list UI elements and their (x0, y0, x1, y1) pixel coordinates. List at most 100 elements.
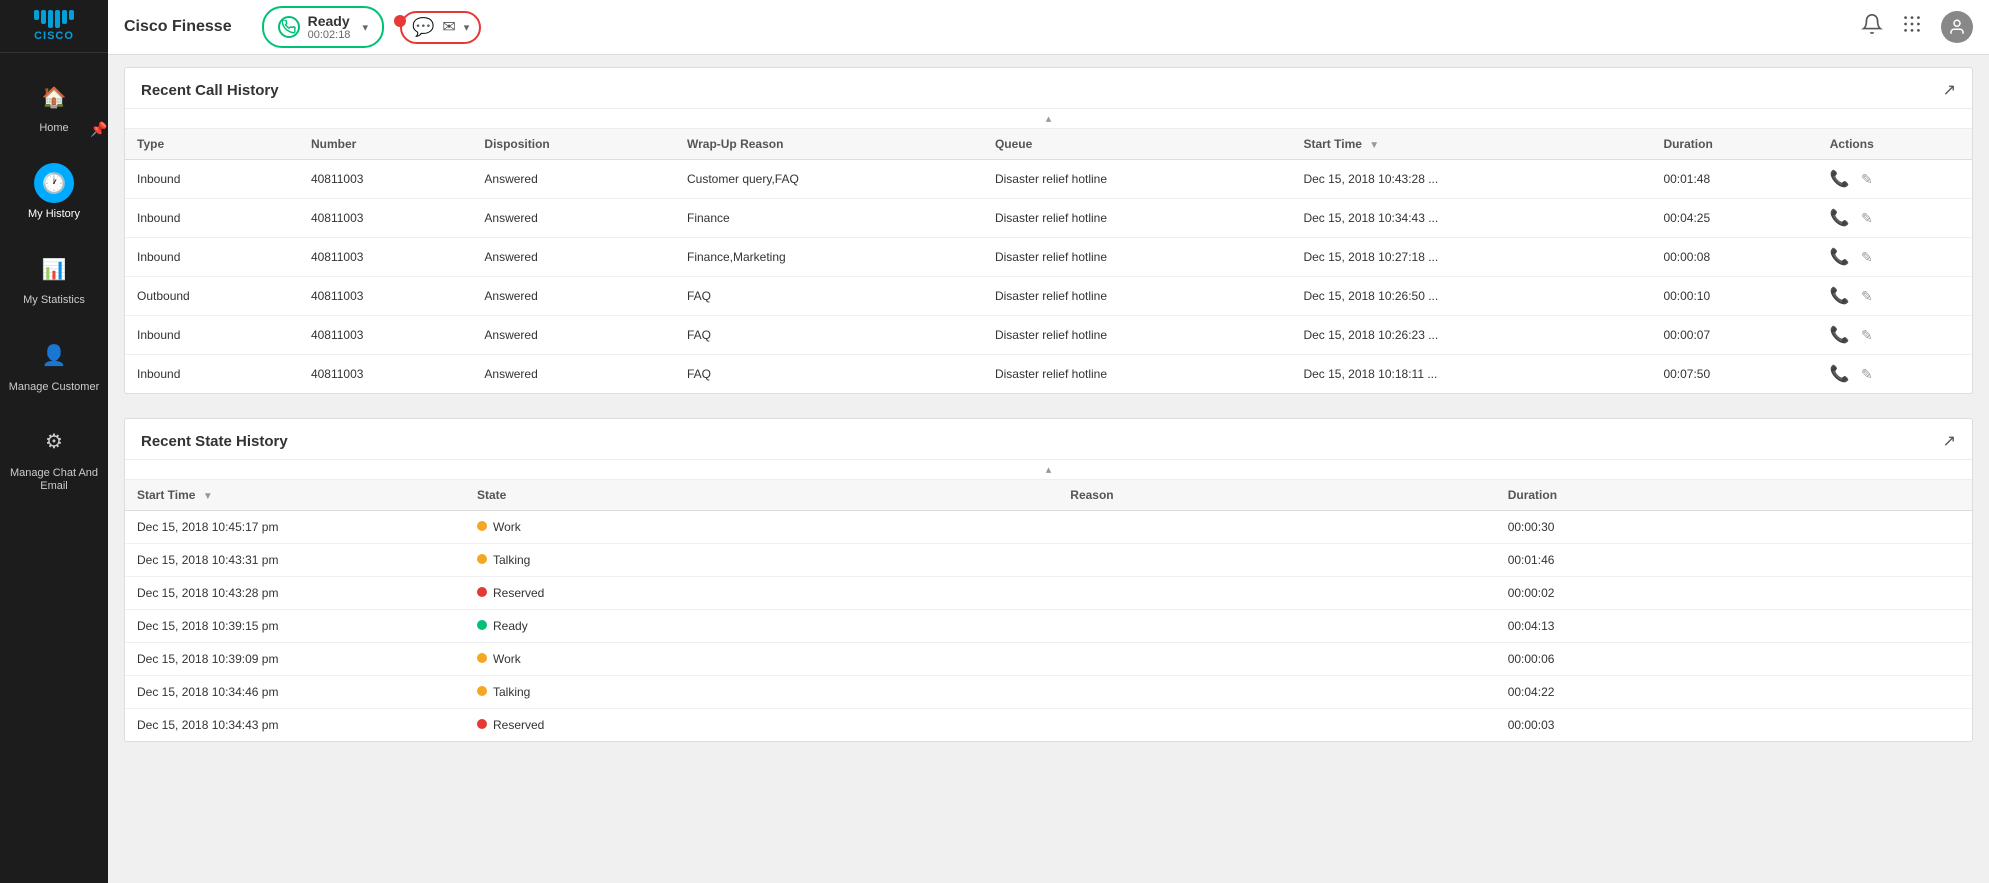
state-dot-icon (477, 521, 487, 531)
cell-queue: Disaster relief hotline (983, 199, 1292, 238)
cell-number: 40811003 (299, 238, 472, 277)
user-avatar[interactable] (1941, 11, 1973, 43)
cell-reason (1058, 643, 1495, 676)
cell-starttime: Dec 15, 2018 10:34:43 pm (125, 709, 465, 742)
cell-state: Work (465, 643, 1058, 676)
state-dot-icon (477, 620, 487, 630)
sidebar-item-label: My Statistics (23, 294, 85, 307)
statistics-icon: 📊 (34, 249, 74, 289)
col-starttime-state[interactable]: Start Time ▼ (125, 480, 465, 511)
call-history-collapse[interactable]: ▴ (125, 109, 1972, 129)
state-history-scroll[interactable]: Start Time ▼ State Reason Duration Dec 1… (125, 480, 1972, 741)
notification-icon[interactable] (1861, 13, 1883, 41)
table-row: Outbound 40811003 Answered FAQ Disaster … (125, 277, 1972, 316)
cell-duration: 00:00:08 (1651, 238, 1817, 277)
cell-type: Inbound (125, 160, 299, 199)
col-duration: Duration (1651, 129, 1817, 160)
state-history-title: Recent State History (141, 433, 288, 450)
logo-bar (48, 10, 53, 28)
table-row: Dec 15, 2018 10:43:31 pm Talking 00:01:4… (125, 544, 1972, 577)
cell-queue: Disaster relief hotline (983, 160, 1292, 199)
call-action-icon[interactable]: 📞 (1830, 249, 1850, 266)
cell-number: 40811003 (299, 160, 472, 199)
state-history-table: Start Time ▼ State Reason Duration Dec 1… (125, 480, 1972, 741)
edit-action-icon[interactable]: ✎ (1861, 366, 1873, 382)
cell-duration: 00:00:07 (1651, 316, 1817, 355)
cell-disposition: Answered (472, 316, 675, 355)
edit-action-icon[interactable]: ✎ (1861, 288, 1873, 304)
sidebar-item-label: My History (28, 208, 80, 221)
call-action-icon[interactable]: 📞 (1830, 288, 1850, 305)
sidebar-item-label: Manage Chat And Email (4, 467, 104, 493)
edit-action-icon[interactable]: ✎ (1861, 210, 1873, 226)
manage-customer-icon: 👤 (34, 336, 74, 376)
cell-starttime: Dec 15, 2018 10:43:28 pm (125, 577, 465, 610)
content-area: Recent Call History ↗ ▴ Type Number Disp… (108, 55, 1989, 883)
col-number: Number (299, 129, 472, 160)
table-row: Dec 15, 2018 10:39:09 pm Work 00:00:06 (125, 643, 1972, 676)
table-row: Inbound 40811003 Answered Finance,Market… (125, 238, 1972, 277)
sidebar-item-my-statistics[interactable]: 📊 My Statistics (0, 235, 108, 321)
logo-bar (41, 10, 46, 24)
cell-reason (1058, 610, 1495, 643)
status-button[interactable]: Ready 00:02:18 ▾ (262, 6, 384, 48)
cell-duration: 00:00:02 (1496, 577, 1972, 610)
sidebar-item-my-history[interactable]: 🕐 My History (0, 149, 108, 235)
cell-state: Work (465, 511, 1058, 544)
table-row: Inbound 40811003 Answered Finance Disast… (125, 199, 1972, 238)
cell-queue: Disaster relief hotline (983, 238, 1292, 277)
cell-state: Reserved (465, 709, 1058, 742)
state-history-expand-icon[interactable]: ↗ (1943, 431, 1956, 451)
table-row: Dec 15, 2018 10:45:17 pm Work 00:00:30 (125, 511, 1972, 544)
cell-duration: 00:04:22 (1496, 676, 1972, 709)
dialpad-icon[interactable] (1901, 13, 1923, 41)
sidebar-item-manage-chat-email[interactable]: ⚙ Manage Chat And Email (0, 408, 108, 507)
cell-type: Inbound (125, 316, 299, 355)
cell-starttime: Dec 15, 2018 10:34:43 ... (1291, 199, 1651, 238)
cell-duration: 00:01:48 (1651, 160, 1817, 199)
sidebar-item-label: Home (39, 122, 68, 135)
state-dot-icon (477, 587, 487, 597)
col-type: Type (125, 129, 299, 160)
cell-type: Inbound (125, 238, 299, 277)
state-history-collapse[interactable]: ▴ (125, 460, 1972, 480)
cell-queue: Disaster relief hotline (983, 277, 1292, 316)
home-icon: 🏠 (34, 77, 74, 117)
main-container: Cisco Finesse Ready 00:02:18 ▾ 💬 ✉ ▾ (108, 0, 1989, 883)
state-dot-icon (477, 653, 487, 663)
call-history-table-wrapper: Type Number Disposition Wrap-Up Reason Q… (125, 129, 1972, 393)
cell-starttime: Dec 15, 2018 10:45:17 pm (125, 511, 465, 544)
cell-number: 40811003 (299, 277, 472, 316)
call-history-header: Recent Call History ↗ (125, 68, 1972, 109)
channel-buttons[interactable]: 💬 ✉ ▾ (400, 11, 481, 44)
edit-action-icon[interactable]: ✎ (1861, 327, 1873, 343)
call-action-icon[interactable]: 📞 (1830, 171, 1850, 188)
cell-disposition: Answered (472, 355, 675, 394)
cell-starttime: Dec 15, 2018 10:18:11 ... (1291, 355, 1651, 394)
pin-icon[interactable]: 📌 (90, 121, 107, 138)
cell-actions: 📞 ✎ (1818, 160, 1972, 199)
call-history-title: Recent Call History (141, 82, 279, 99)
call-action-icon[interactable]: 📞 (1830, 327, 1850, 344)
cell-type: Inbound (125, 355, 299, 394)
state-history-panel: Recent State History ↗ ▴ Start Time ▼ St… (124, 418, 1973, 742)
cell-state: Talking (465, 544, 1058, 577)
channel-chevron-icon: ▾ (464, 21, 470, 34)
status-time: 00:02:18 (308, 29, 351, 41)
state-history-body: Start Time ▼ State Reason Duration Dec 1… (125, 480, 1972, 741)
col-queue: Queue (983, 129, 1292, 160)
cell-disposition: Answered (472, 199, 675, 238)
call-action-icon[interactable]: 📞 (1830, 210, 1850, 227)
call-history-expand-icon[interactable]: ↗ (1943, 80, 1956, 100)
sidebar-item-manage-customer[interactable]: 👤 Manage Customer (0, 322, 108, 408)
phone-ready-icon (278, 16, 300, 38)
edit-action-icon[interactable]: ✎ (1861, 171, 1873, 187)
cell-duration: 00:04:13 (1496, 610, 1972, 643)
cisco-logo: CISCO (34, 10, 74, 42)
call-action-icon[interactable]: 📞 (1830, 366, 1850, 383)
col-starttime[interactable]: Start Time ▼ (1291, 129, 1651, 160)
topbar-right (1861, 11, 1973, 43)
logo-bar (69, 10, 74, 20)
cell-state: Reserved (465, 577, 1058, 610)
edit-action-icon[interactable]: ✎ (1861, 249, 1873, 265)
